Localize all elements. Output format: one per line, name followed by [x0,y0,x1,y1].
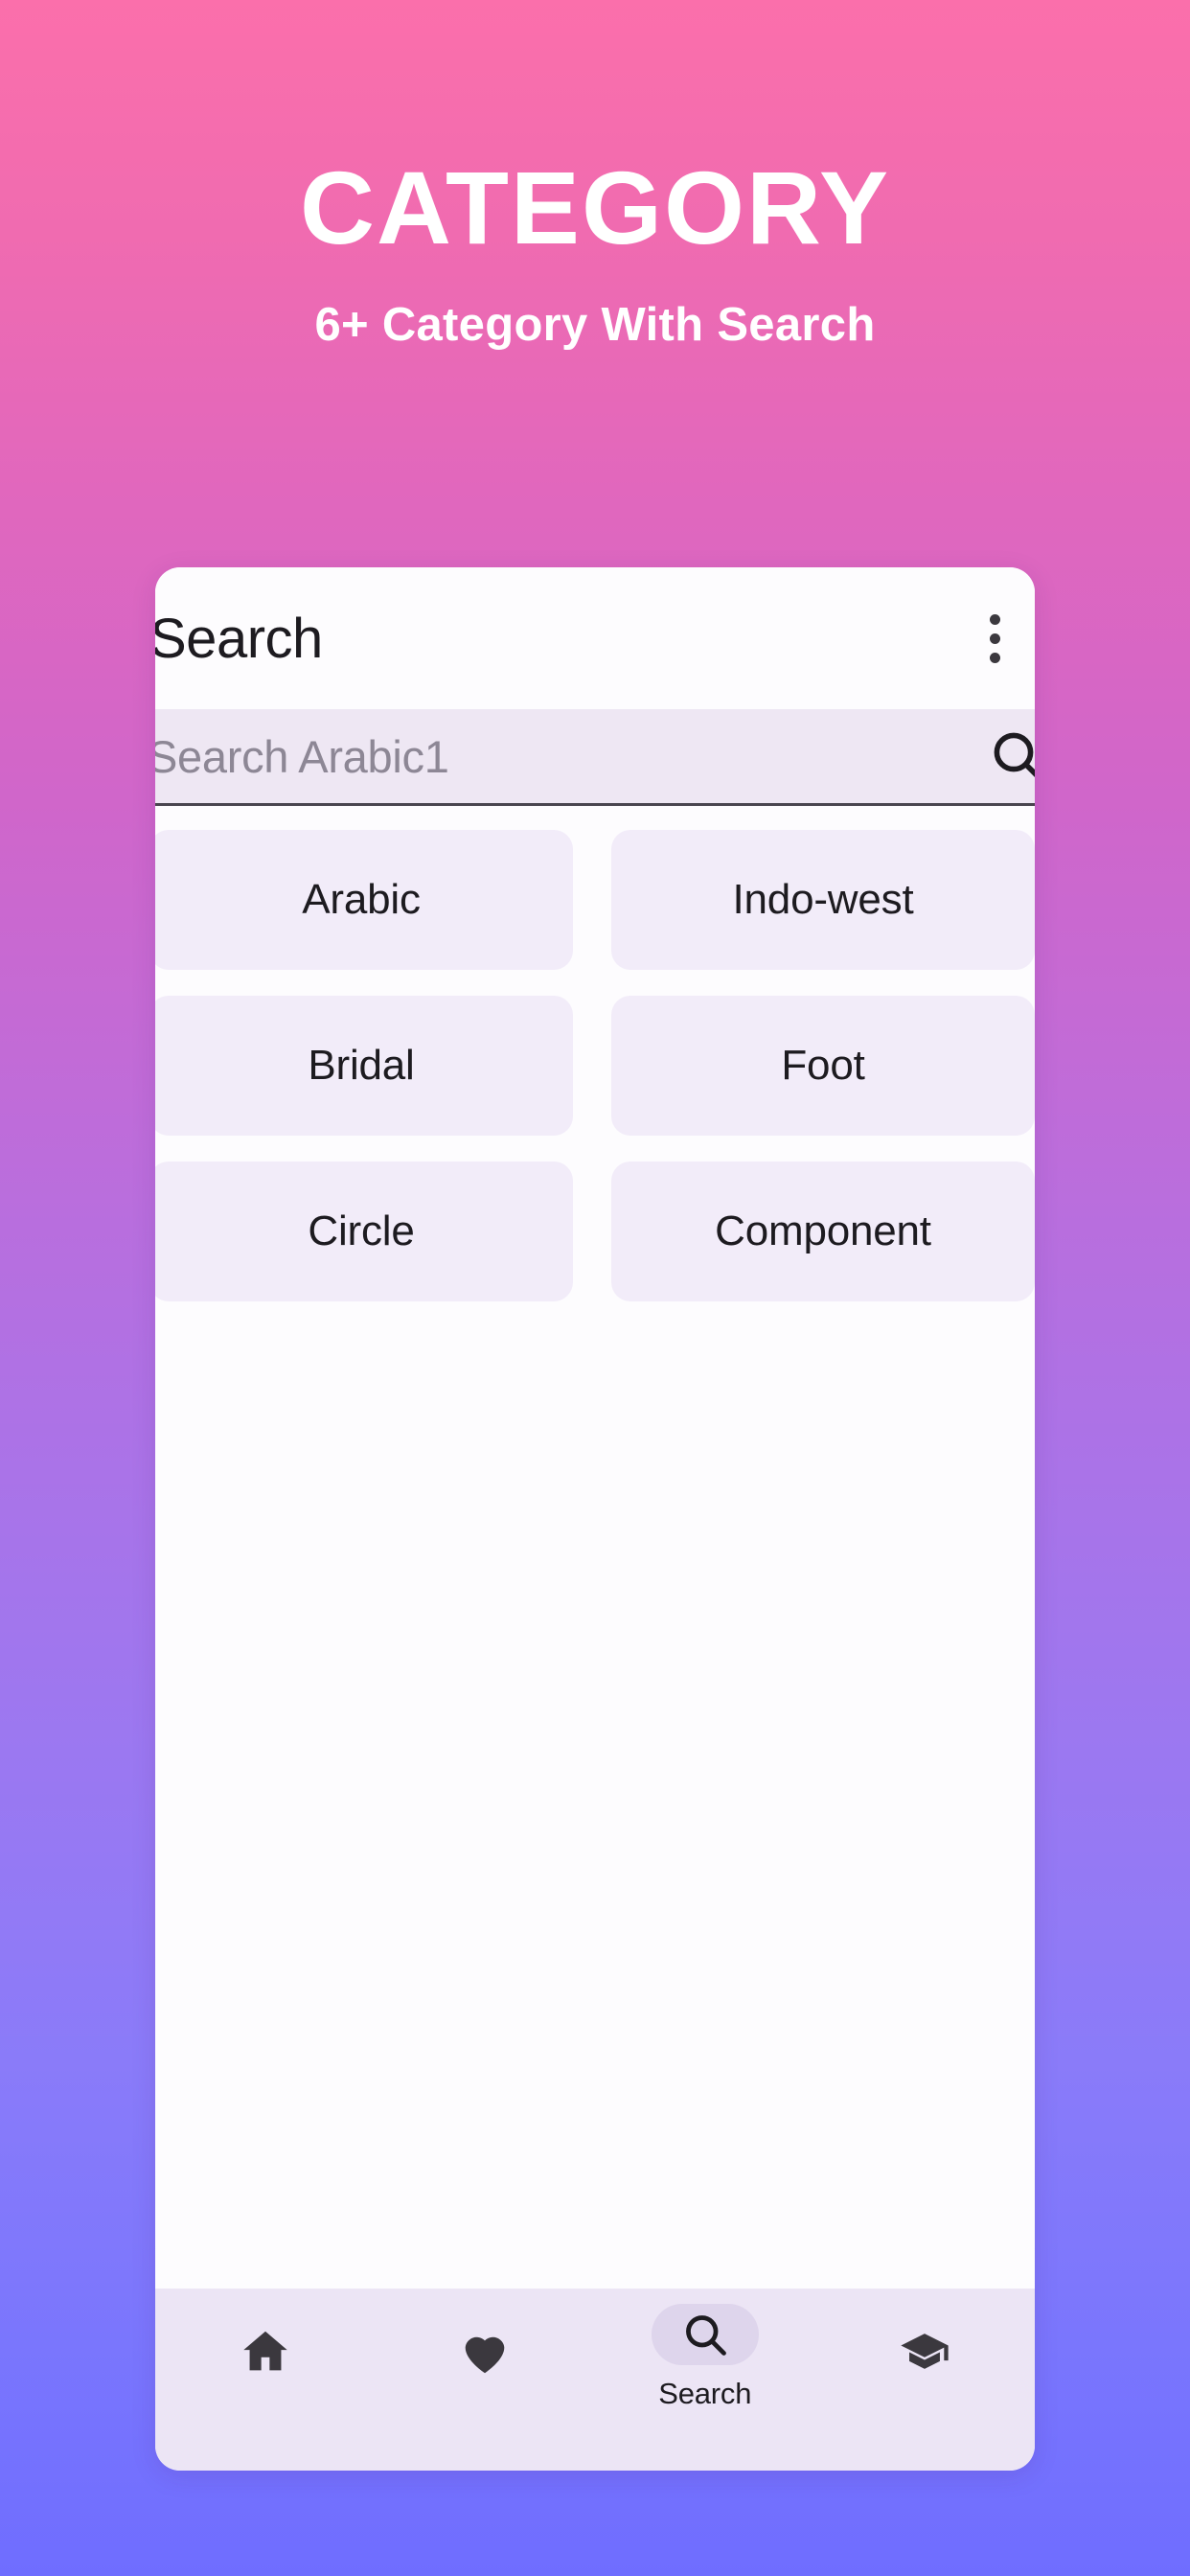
app-bar: Search [155,567,1035,709]
category-chip-component[interactable]: Component [611,1162,1035,1301]
chip-grid: Arabic Indo-west Bridal Foot Circle Comp… [155,830,1035,1301]
category-chip-indo-west[interactable]: Indo-west [611,830,1035,970]
nav-item-school[interactable] [815,2304,1036,2394]
nav-item-favorites[interactable] [376,2304,596,2394]
nav-item-search-label: Search [658,2377,752,2410]
search-input[interactable]: Search Arabic1 [155,730,449,783]
heart-icon [431,2321,538,2382]
category-list: Arabic Indo-west Bridal Foot Circle Comp… [155,806,1035,2288]
search-icon [651,2304,759,2365]
page-subtitle: 6+ Category With Search [314,299,876,352]
bottom-navigation-bar: Search [155,2288,1035,2471]
school-icon [871,2321,978,2382]
category-chip-arabic[interactable]: Arabic [155,830,573,970]
chip-row: Circle Component [155,1162,1035,1301]
category-chip-bridal[interactable]: Bridal [155,996,573,1136]
menu-dot [989,652,1000,663]
chip-row: Arabic Indo-west [155,830,1035,970]
nav-item-search[interactable]: Search [595,2304,815,2411]
search-icon[interactable] [987,725,1035,787]
app-bar-title: Search [155,607,323,670]
menu-dot [989,613,1000,625]
category-chip-foot[interactable]: Foot [611,996,1035,1136]
home-icon [212,2321,319,2382]
nav-item-home[interactable] [155,2304,376,2394]
search-field[interactable]: Search Arabic1 [155,709,1035,806]
menu-dot [989,632,1000,644]
phone-screen-card: Search Search Arabic1 Arabic Indo-west B… [155,567,1035,2471]
chip-row: Bridal Foot [155,996,1035,1136]
category-chip-circle[interactable]: Circle [155,1162,573,1301]
more-vertical-icon[interactable] [966,594,1023,682]
promo-header: CATEGORY 6+ Category With Search [0,0,1190,352]
page-title: CATEGORY [299,150,890,265]
